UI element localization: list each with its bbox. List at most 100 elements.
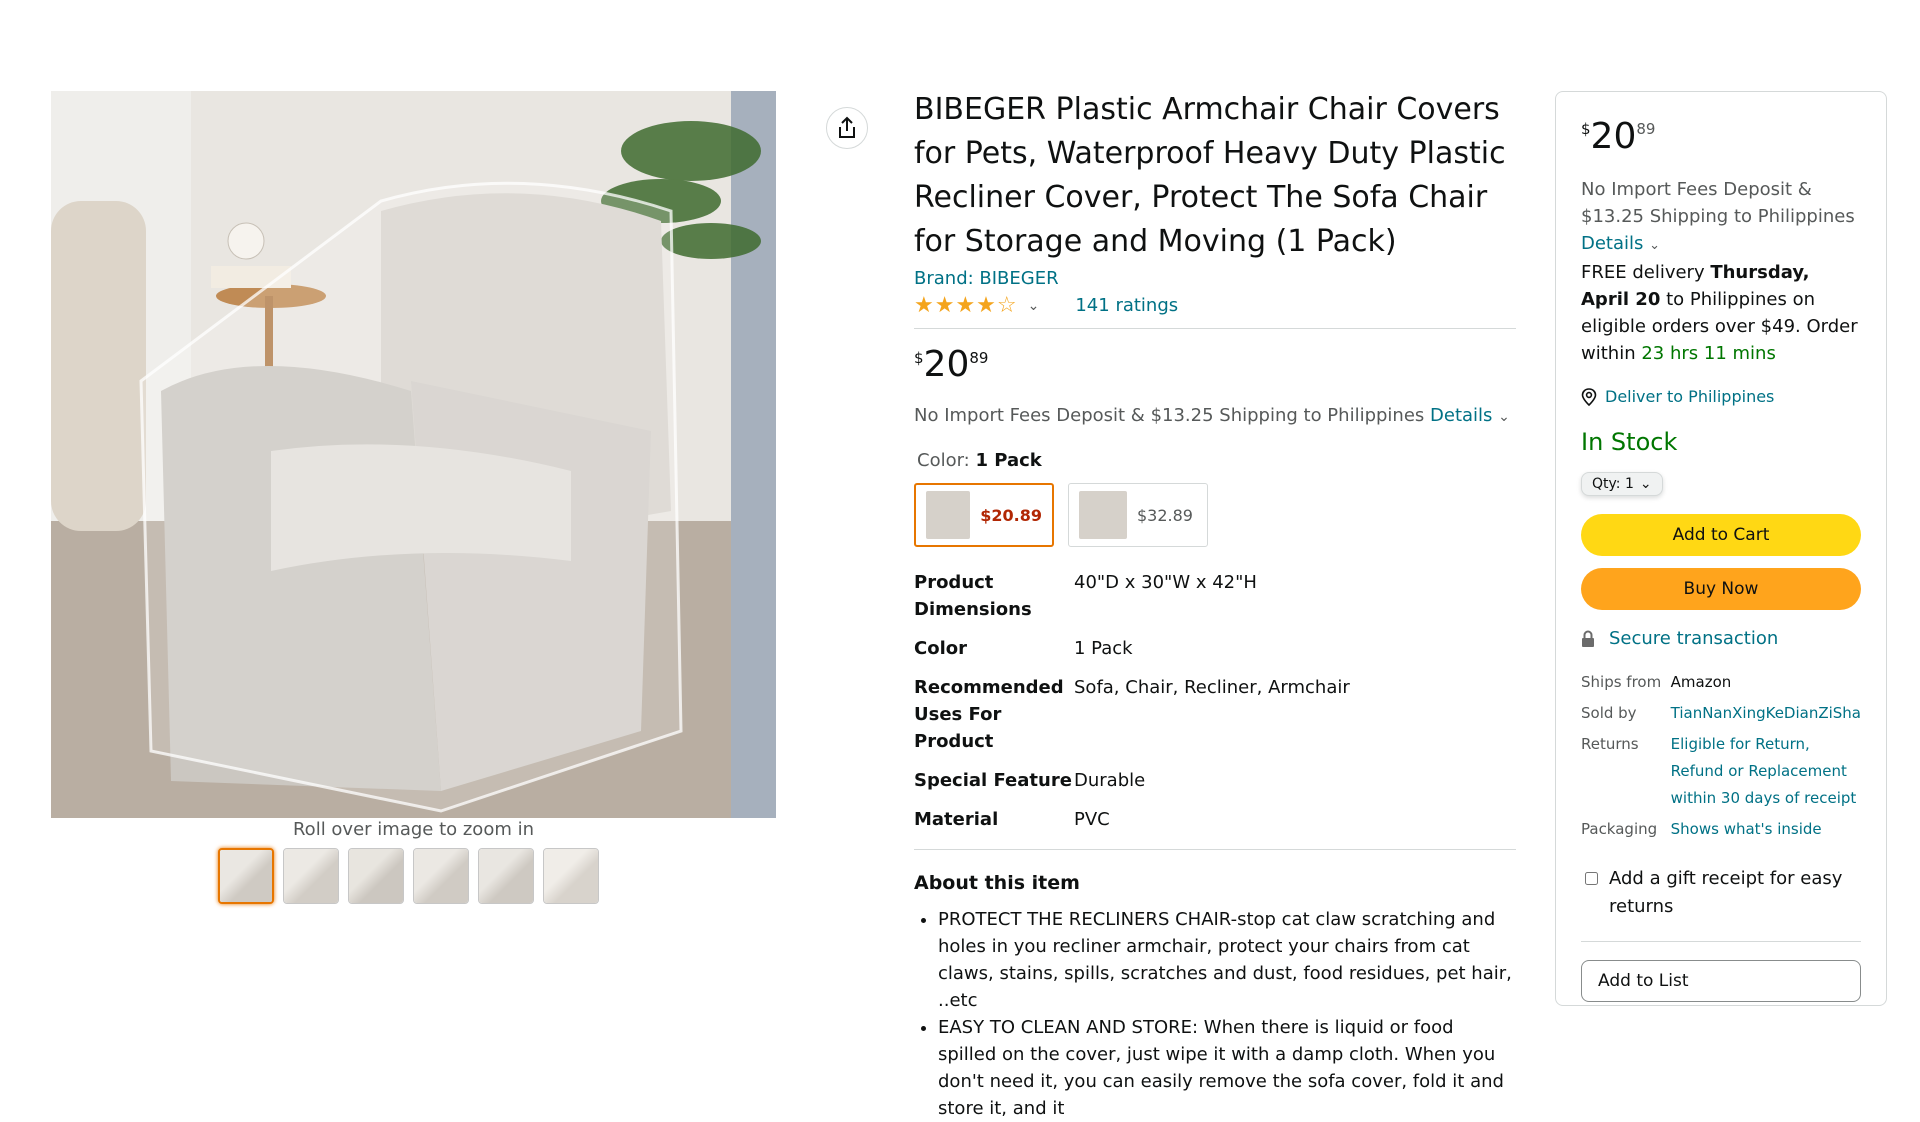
price-whole: 20 [1590, 116, 1637, 157]
thumbnail-1[interactable] [218, 848, 274, 904]
spec-key: Recommended Uses For Product [914, 677, 1064, 752]
chevron-down-icon: ⌄ [1639, 476, 1652, 492]
spec-value: 1 Pack [1074, 638, 1133, 659]
seller-link[interactable]: TianNanXingKeDianZiSha [1671, 704, 1861, 722]
gift-receipt-checkbox[interactable] [1585, 872, 1598, 885]
spec-key: Product Dimensions [914, 572, 1032, 620]
deliver-to-link[interactable]: Deliver to Philippines [1581, 387, 1861, 406]
secure-transaction[interactable]: Secure transaction [1581, 628, 1861, 649]
price-whole: 20 [923, 344, 970, 385]
price-symbol: $ [914, 349, 924, 367]
table-row: Color 1 Pack [914, 629, 1350, 668]
swatch-price: $32.89 [1137, 505, 1193, 525]
product-title: BIBEGER Plastic Armchair Chair Covers fo… [914, 92, 1506, 259]
add-to-list-button[interactable]: Add to List [1581, 960, 1861, 1002]
returns-link[interactable]: Eligible for Return, Refund or Replaceme… [1671, 735, 1857, 807]
stock-status: In Stock [1581, 428, 1678, 456]
quantity-select[interactable]: Qty: 1 ⌄ [1581, 472, 1663, 496]
details-link[interactable]: Details [1581, 233, 1643, 254]
location-pin-icon [1581, 387, 1597, 406]
spec-value: 40"D x 30"W x 42"H [1074, 572, 1257, 593]
rating-row: ★★★★☆ ⌄ 141 ratings [914, 293, 1516, 329]
product-photo [51, 91, 776, 818]
price-fraction: 89 [1636, 120, 1656, 138]
buy-box: $ 20 89 No Import Fees Deposit & $13.25 … [1555, 91, 1887, 1006]
price-symbol: $ [1581, 120, 1591, 138]
table-row: Material PVC [914, 800, 1350, 839]
ship-key: Ships from [1581, 673, 1662, 691]
brand-link[interactable]: Brand: BIBEGER [914, 268, 1059, 289]
table-row: Sold by TianNanXingKeDianZiSha [1581, 698, 1861, 729]
buybox-price: $ 20 89 [1581, 116, 1861, 158]
add-to-cart-button[interactable]: Add to Cart [1581, 514, 1861, 556]
countdown: 23 hrs 11 mins [1641, 343, 1776, 364]
thumbnail-6[interactable] [543, 848, 599, 904]
star-rating-icon[interactable]: ★★★★☆ [914, 293, 1018, 318]
ship-key: Sold by [1581, 704, 1637, 722]
table-row: Product Dimensions 40"D x 30"W x 42"H [914, 563, 1350, 629]
product-details: BIBEGER Plastic Armchair Chair Covers fo… [914, 88, 1516, 1122]
ship-key: Packaging [1581, 820, 1658, 838]
color-label-value: 1 Pack [975, 450, 1042, 471]
about-heading: About this item [914, 872, 1080, 894]
deliver-to-text: Deliver to Philippines [1605, 387, 1775, 406]
main-product-image[interactable] [51, 91, 776, 818]
chevron-down-icon[interactable]: ⌄ [1649, 238, 1660, 253]
packaging-link[interactable]: Shows what's inside [1671, 820, 1822, 838]
thumbnail-4[interactable] [413, 848, 469, 904]
color-swatches: $20.89 $32.89 [914, 483, 1516, 547]
table-row: Packaging Shows what's inside [1581, 814, 1861, 845]
buybox-shipping: No Import Fees Deposit & $13.25 Shipping… [1581, 176, 1861, 259]
spec-value: PVC [1074, 809, 1110, 830]
share-icon [839, 116, 855, 138]
thumbnail-strip [218, 848, 599, 904]
spec-value: Sofa, Chair, Recliner, Armchair [1074, 677, 1350, 698]
thumbnail-5[interactable] [478, 848, 534, 904]
swatch-price: $20.89 [980, 505, 1042, 525]
list-item: PROTECT THE RECLINERS CHAIR-stop cat cla… [938, 906, 1516, 1014]
table-row: Ships from Amazon [1581, 667, 1861, 698]
list-item: EASY TO CLEAN AND STORE: When there is l… [938, 1014, 1516, 1122]
chevron-down-icon[interactable]: ⌄ [1498, 409, 1510, 425]
table-row: Special Feature Durable [914, 761, 1350, 800]
thumbnail-3[interactable] [348, 848, 404, 904]
spec-key: Material [914, 809, 999, 830]
share-button[interactable] [826, 107, 868, 149]
ratings-count-link[interactable]: 141 ratings [1075, 295, 1178, 316]
divider [1581, 941, 1861, 942]
table-row: Recommended Uses For Product Sofa, Chair,… [914, 668, 1350, 761]
buy-now-button[interactable]: Buy Now [1581, 568, 1861, 610]
price-fraction: 89 [969, 349, 989, 367]
delivery-prefix: FREE delivery [1581, 262, 1705, 283]
gift-receipt-option[interactable]: Add a gift receipt for easy returns [1581, 865, 1861, 921]
specs-table: Product Dimensions 40"D x 30"W x 42"H Col… [914, 563, 1350, 839]
zoom-hint: Roll over image to zoom in [292, 819, 534, 840]
shipping-text: No Import Fees Deposit & $13.25 Shipping… [1581, 179, 1855, 227]
shipping-info: No Import Fees Deposit & $13.25 Shipping… [914, 405, 1516, 426]
swatch-image [926, 491, 971, 539]
quantity-label: Qty: 1 [1592, 476, 1634, 492]
product-price: $ 20 89 [914, 343, 1516, 387]
swatch-1-pack[interactable]: $20.89 [914, 483, 1054, 547]
spec-key: Special Feature [914, 770, 1072, 791]
secure-transaction-text: Secure transaction [1609, 628, 1779, 649]
spec-key: Color [914, 638, 967, 659]
about-list: PROTECT THE RECLINERS CHAIR-stop cat cla… [914, 906, 1516, 1122]
ship-value: Amazon [1670, 673, 1732, 691]
chevron-down-icon[interactable]: ⌄ [1028, 298, 1040, 314]
color-label-key: Color: [917, 450, 970, 471]
color-label: Color: 1 Pack [914, 450, 1516, 471]
gift-receipt-label: Add a gift receipt for easy returns [1609, 868, 1843, 917]
details-link[interactable]: Details [1430, 405, 1492, 426]
ship-info-table: Ships from Amazon Sold by TianNanXingKeDia… [1581, 667, 1861, 845]
thumbnail-2[interactable] [283, 848, 339, 904]
table-row: Returns Eligible for Return, Refund or Re… [1581, 729, 1861, 814]
shipping-text: No Import Fees Deposit & $13.25 Shipping… [914, 405, 1425, 426]
spec-value: Durable [1074, 770, 1146, 791]
lock-icon [1582, 630, 1594, 647]
ship-key: Returns [1581, 735, 1639, 753]
swatch-image [1079, 491, 1127, 539]
divider [914, 849, 1516, 850]
swatch-2-pack[interactable]: $32.89 [1068, 483, 1208, 547]
delivery-info: FREE delivery Thursday, April 20 to Phil… [1581, 259, 1861, 367]
